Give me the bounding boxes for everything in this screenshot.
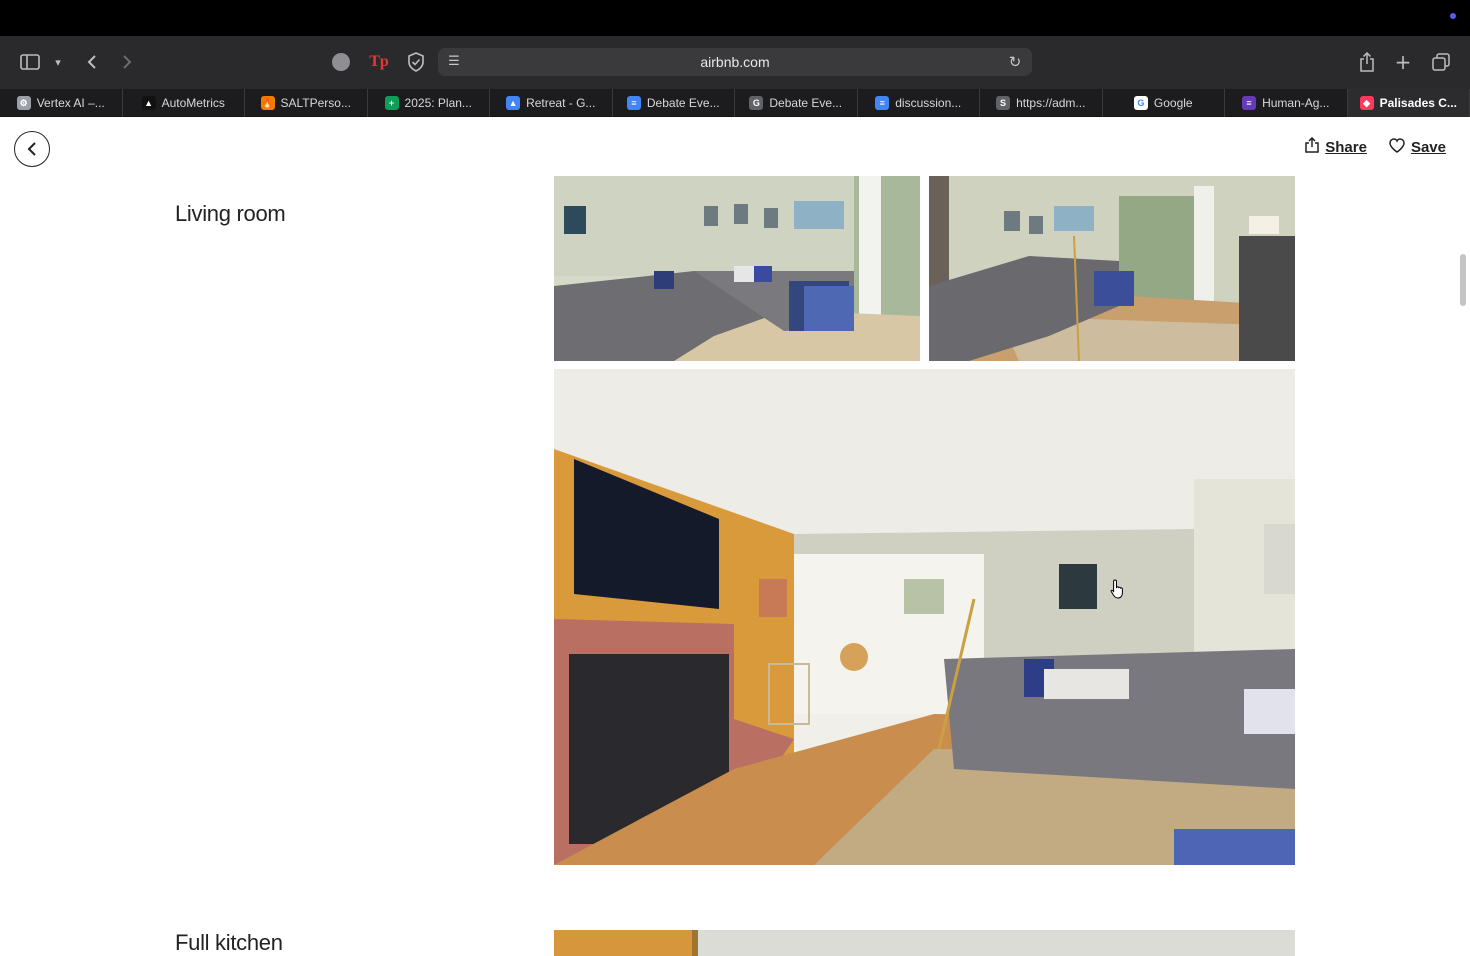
- browser-tab[interactable]: G Debate Eve...: [735, 89, 858, 117]
- save-button[interactable]: Save: [1389, 137, 1446, 157]
- tab-label: Debate Eve...: [646, 96, 720, 110]
- tab-overview-icon[interactable]: [1430, 50, 1452, 74]
- tab-favicon-icon: G: [749, 96, 764, 110]
- page-scrollbar[interactable]: [1460, 254, 1466, 306]
- tab-label: Retreat - G...: [526, 96, 596, 110]
- share-button[interactable]: Share: [1305, 136, 1367, 157]
- browser-tab[interactable]: G Google: [1103, 89, 1225, 117]
- browser-tab[interactable]: ≡ discussion...: [858, 89, 980, 117]
- chevron-down-icon[interactable]: ▾: [50, 52, 66, 72]
- living-room-photo-2[interactable]: [929, 176, 1295, 361]
- browser-tab[interactable]: +2025: Plan...: [368, 89, 490, 117]
- sidebar-toggle-icon[interactable]: [18, 50, 42, 74]
- tab-favicon-icon: G: [1133, 96, 1148, 110]
- pointer-cursor-icon: [1110, 579, 1126, 599]
- page-menu-icon[interactable]: ☰: [446, 54, 462, 70]
- listing-photo-tour: Share Save Living room Full kitchen: [0, 117, 1470, 956]
- living-room-photo-3[interactable]: [554, 369, 1295, 865]
- tab-favicon-icon: ▲: [506, 96, 521, 110]
- tab-bar: ⚙ Vertex AI –... ▲ AutoMetrics 🔥 SALTPerso...…: [0, 89, 1470, 117]
- status-dot: [1450, 13, 1456, 19]
- tp-extension-icon[interactable]: Tp: [367, 50, 391, 74]
- tab-favicon-icon: ⚙: [16, 96, 31, 110]
- forward-arrow-icon[interactable]: [115, 50, 139, 74]
- browser-toolbar: ▾ Tp ☰ airbnb.com ↻ +: [0, 36, 1470, 89]
- browser-tab[interactable]: ≡ Debate Eve...: [613, 89, 735, 117]
- address-bar[interactable]: ☰ airbnb.com ↻: [438, 48, 1032, 76]
- browser-tab[interactable]: ▲ Retreat - G...: [490, 89, 613, 117]
- tab-label: discussion...: [895, 96, 962, 110]
- back-button[interactable]: [14, 131, 50, 167]
- tab-favicon-icon: 🔥: [260, 96, 275, 110]
- tab-favicon-icon: +: [384, 96, 399, 110]
- browser-tab[interactable]: ≡ Human-Ag...: [1225, 89, 1348, 117]
- browser-tab[interactable]: Shttps://adm...: [980, 89, 1103, 117]
- browser-tab[interactable]: 🔥 SALTPerso...: [245, 89, 368, 117]
- tab-label: Palisades C...: [1379, 96, 1457, 110]
- browser-tab[interactable]: ▲ AutoMetrics: [123, 89, 245, 117]
- header-actions: Share Save: [1305, 136, 1446, 157]
- tab-favicon-icon: ≡: [875, 96, 890, 110]
- back-arrow-icon[interactable]: [80, 50, 104, 74]
- tab-favicon-icon: ◆: [1359, 96, 1374, 110]
- browser-tab[interactable]: ⚙ Vertex AI –...: [0, 89, 123, 117]
- shield-extension-icon[interactable]: [404, 50, 428, 74]
- browser-tab[interactable]: ◆ Palisades C...: [1347, 89, 1470, 117]
- section-title-full-kitchen: Full kitchen: [175, 930, 283, 955]
- share-label: Share: [1325, 138, 1367, 156]
- kitchen-photo-1[interactable]: [554, 930, 1295, 956]
- tab-label: AutoMetrics: [161, 96, 225, 110]
- tab-label: Human-Ag...: [1262, 96, 1330, 110]
- tab-favicon-icon: ≡: [626, 96, 641, 110]
- tab-favicon-icon: ≡: [1242, 96, 1257, 110]
- tab-label: 2025: Plan...: [404, 96, 472, 110]
- url-text: airbnb.com: [700, 54, 770, 70]
- tab-label: https://adm...: [1016, 96, 1086, 110]
- tab-label: Google: [1153, 96, 1193, 110]
- section-title-living-room: Living room: [175, 201, 286, 226]
- save-label: Save: [1410, 138, 1446, 156]
- profile-extension-icon[interactable]: [330, 51, 352, 73]
- living-room-photo-1[interactable]: [554, 176, 920, 361]
- share-toolbar-icon[interactable]: [1356, 50, 1378, 74]
- new-tab-icon[interactable]: +: [1392, 50, 1414, 74]
- tab-label: SALTPerso...: [280, 96, 351, 110]
- tab-label: Vertex AI –...: [36, 96, 105, 110]
- share-icon: [1305, 136, 1319, 157]
- tab-label: Debate Eve...: [769, 96, 843, 110]
- reload-icon[interactable]: ↻: [1006, 53, 1024, 71]
- heart-icon: [1389, 137, 1405, 157]
- tab-favicon-icon: ▲: [141, 96, 156, 110]
- tab-favicon-icon: S: [996, 96, 1011, 110]
- menu-bar: [0, 0, 1470, 36]
